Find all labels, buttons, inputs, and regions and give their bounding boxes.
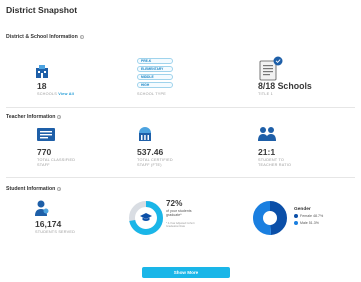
section-divider xyxy=(6,177,355,178)
grad-percent: 72% xyxy=(166,199,183,208)
school-type-pill: HIGH xyxy=(137,82,173,88)
page-title: District Snapshot xyxy=(6,5,78,15)
teacher-section-title: Teacher Information i xyxy=(6,114,62,120)
view-all-link[interactable]: View All xyxy=(58,92,74,96)
school-building-icon xyxy=(36,65,48,78)
ratio-caption-2: TEACHER RATIO xyxy=(258,163,292,167)
certified-value: 537.46 xyxy=(137,147,164,157)
grad-text-line-2: graduate* xyxy=(166,213,192,217)
certificate-icon xyxy=(259,56,283,81)
grad-text-graduate: graduate xyxy=(166,213,181,218)
grad-note-line-2: Graduation Rate xyxy=(166,225,186,229)
teacher-section-label: Teacher Information xyxy=(6,114,56,120)
students-caption: STUDENTS SERVED xyxy=(35,230,76,234)
staff-card-icon xyxy=(37,128,55,141)
gender-legend-male: Male 51.3% xyxy=(294,221,319,226)
graduation-building-icon xyxy=(139,127,151,141)
gender-male-label: Male 51.3% xyxy=(300,221,319,225)
section-divider xyxy=(6,107,355,108)
title1-caption: TITLE 1 xyxy=(258,92,273,96)
grad-note: * 4-Year Adjusted Cohort Graduation Rate xyxy=(166,222,194,229)
info-icon[interactable]: i xyxy=(57,186,62,191)
grad-text: of your students graduate* xyxy=(166,209,192,218)
classified-value: 770 xyxy=(37,147,52,157)
ratio-caption-1: STUDENT TO xyxy=(258,158,285,162)
gender-female-label: Female 48.7% xyxy=(300,214,324,218)
students-value: 16,174 xyxy=(35,219,62,229)
certified-caption-1: TOTAL CERTIFIED xyxy=(137,158,173,162)
teacher-group-icon xyxy=(258,127,276,141)
schools-caption-text: SCHOOLS xyxy=(37,92,57,96)
gender-donut xyxy=(253,201,287,235)
classified-caption-1: TOTAL CLASSIFIED xyxy=(37,158,76,162)
schools-caption: SCHOOLS View All xyxy=(37,92,74,97)
info-icon[interactable]: i xyxy=(79,34,84,39)
info-icon[interactable]: i xyxy=(57,114,62,119)
grad-asterisk: * xyxy=(180,213,182,218)
student-person-icon xyxy=(35,200,49,216)
gender-legend-female: Female 48.7% xyxy=(294,214,324,219)
show-more-button[interactable]: Show More xyxy=(142,267,230,278)
legend-dot-male xyxy=(294,221,298,226)
school-type-caption: SCHOOL TYPE xyxy=(137,92,166,96)
schools-count: 18 xyxy=(37,81,47,91)
district-section-title: District & School Information i xyxy=(6,34,84,40)
student-section-title: Student Information i xyxy=(6,186,62,192)
legend-dot-female xyxy=(294,214,298,219)
ratio-value: 21:1 xyxy=(258,147,276,157)
district-section-label: District & School Information xyxy=(6,34,78,40)
graduation-cap-icon xyxy=(140,213,152,221)
certified-caption-2: STAFF (FTE) xyxy=(137,163,162,167)
school-type-pill: ELEMENTARY xyxy=(137,66,173,72)
gender-title: Gender xyxy=(294,207,311,212)
school-type-pill: PRE-K xyxy=(137,58,173,64)
classified-caption-2: STAFF xyxy=(37,163,50,167)
student-section-label: Student Information xyxy=(6,186,56,192)
title1-value: 8/18 Schools xyxy=(258,81,312,91)
school-type-pill: MIDDLE xyxy=(137,74,173,80)
